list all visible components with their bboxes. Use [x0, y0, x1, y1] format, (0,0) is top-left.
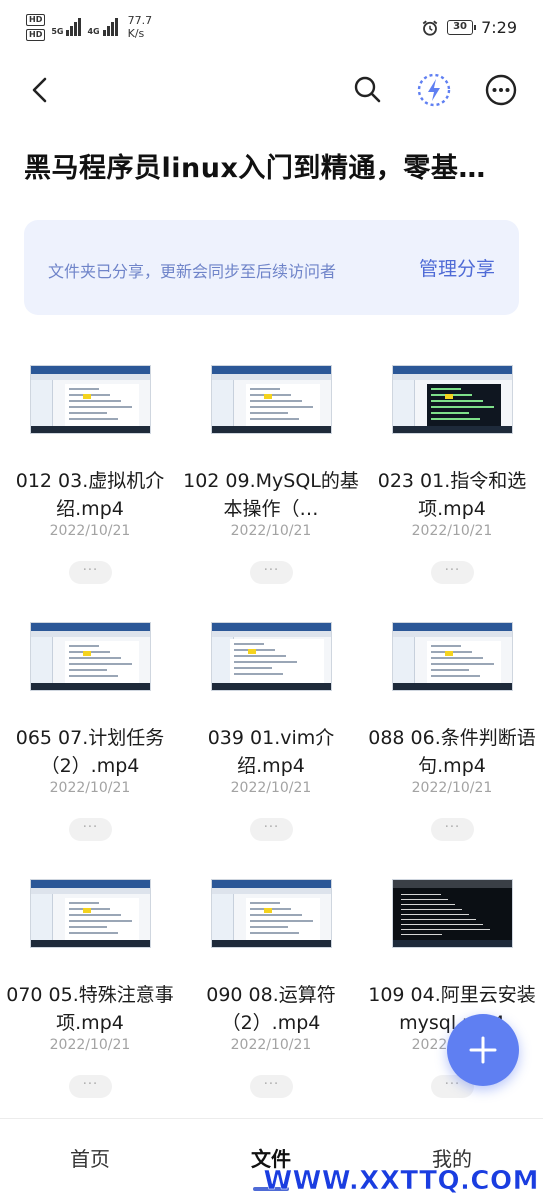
status-left: HD HD 5G 4G 77.7 K/s [26, 14, 152, 41]
file-date: 2022/10/21 [49, 780, 131, 796]
video-thumbnail[interactable] [392, 365, 513, 434]
back-button[interactable] [20, 70, 60, 110]
video-thumbnail[interactable] [211, 879, 332, 948]
video-thumbnail[interactable] [30, 879, 151, 948]
net1-label: 5G [51, 27, 64, 36]
file-name: 023 01.指令和选项.mp4 [377, 470, 527, 520]
search-button[interactable] [348, 70, 388, 110]
file-item[interactable]: 065 07.计划任务（2）.mp4 2022/10/21 ··· [0, 622, 180, 862]
file-date: 2022/10/21 [230, 780, 312, 796]
file-item[interactable]: 039 01.vim介绍.mp4 2022/10/21 ··· [181, 622, 361, 862]
file-name: 065 07.计划任务（2）.mp4 [15, 727, 165, 777]
file-item[interactable]: 109 04.阿里云安装mysql.mp42022/10/21··· [362, 879, 542, 1119]
file-name: 102 09.MySQL的基本操作（… [183, 470, 359, 520]
search-icon [354, 76, 381, 103]
net2-label: 4G [87, 27, 100, 36]
file-more-button[interactable]: ··· [69, 1075, 112, 1098]
more-horizontal-icon [485, 74, 517, 106]
plus-icon [469, 1036, 497, 1064]
video-thumbnail[interactable] [30, 365, 151, 434]
video-thumbnail[interactable] [392, 879, 513, 948]
clock: 7:29 [481, 18, 517, 37]
file-name: 090 08.运算符（2）.mp4 [206, 984, 336, 1034]
file-item[interactable]: 090 08.运算符（2）.mp4 2022/10/21 ··· [181, 879, 361, 1119]
lightning-icon [417, 73, 451, 107]
share-banner: 文件夹已分享，更新会同步至后续访问者 管理分享 [24, 220, 519, 315]
file-date: 2022/10/21 [230, 523, 312, 539]
file-name: 070 05.特殊注意事项.mp4 [6, 984, 174, 1034]
chevron-left-icon [32, 77, 47, 103]
signal-4g: 4G [87, 18, 118, 36]
signal-bars-icon [102, 18, 118, 36]
file-date: 2022/10/21 [411, 523, 493, 539]
file-item[interactable]: 023 01.指令和选项.mp4 2022/10/21 ··· [362, 365, 542, 605]
battery-icon: 30 [447, 20, 477, 35]
file-date: 2022/10/21 [49, 1037, 131, 1053]
signal-bars-icon [66, 18, 82, 36]
more-options-button[interactable] [481, 70, 521, 110]
add-button[interactable] [447, 1014, 519, 1086]
file-more-button[interactable]: ··· [69, 561, 112, 584]
file-more-button[interactable]: ··· [250, 1075, 293, 1098]
share-banner-text: 文件夹已分享，更新会同步至后续访问者 [48, 262, 337, 281]
signal-5g: 5G [51, 18, 82, 36]
file-more-button[interactable]: ··· [69, 818, 112, 841]
video-thumbnail[interactable] [211, 622, 332, 691]
video-thumbnail[interactable] [211, 365, 332, 434]
status-bar: HD HD 5G 4G 77.7 K/s 30 7:29 [0, 0, 543, 60]
status-right: 30 7:29 [421, 18, 517, 37]
alarm-icon [422, 20, 438, 36]
file-more-button[interactable]: ··· [250, 818, 293, 841]
file-more-button[interactable]: ··· [250, 561, 293, 584]
file-item[interactable]: 088 06.条件判断语句.mp4 2022/10/21 ··· [362, 622, 542, 862]
file-date: 2022/10/21 [411, 780, 493, 796]
file-more-button[interactable]: ··· [431, 818, 474, 841]
watermark-logo: WWW.XXTTQ.COM [263, 1166, 539, 1197]
file-date: 2022/10/21 [49, 523, 131, 539]
top-action-bar [0, 62, 543, 118]
file-name: 039 01.vim介绍.mp4 [207, 727, 335, 777]
file-date: 2022/10/21 [230, 1037, 312, 1053]
sim2-badge: HD [26, 29, 46, 41]
sim1-badge: HD [26, 14, 46, 26]
speed-value: 77.7 [127, 14, 153, 27]
file-item[interactable]: 102 09.MySQL的基本操作（… 2022/10/21 ··· [181, 365, 361, 605]
file-item[interactable]: 070 05.特殊注意事项.mp4 2022/10/21 ··· [0, 879, 180, 1119]
nav-tab-home[interactable]: 首页 [30, 1143, 150, 1172]
sim-indicators: HD HD [26, 14, 46, 41]
page-title: 黑马程序员linux入门到精通，零基… [24, 153, 486, 184]
file-more-button[interactable]: ··· [431, 561, 474, 584]
file-name: 012 03.虚拟机介绍.mp4 [15, 470, 165, 520]
network-speed: 77.7 K/s [128, 14, 153, 40]
manage-share-link[interactable]: 管理分享 [419, 254, 495, 281]
file-name: 088 06.条件判断语句.mp4 [368, 727, 536, 777]
speed-unit: K/s [127, 27, 145, 40]
video-thumbnail[interactable] [30, 622, 151, 691]
file-name: 109 04.阿里云安装mysql.mp4 [368, 984, 536, 1034]
file-item[interactable]: 012 03.虚拟机介绍.mp4 2022/10/21 ··· [0, 365, 180, 605]
speed-up-button[interactable] [414, 70, 454, 110]
video-thumbnail[interactable] [392, 622, 513, 691]
